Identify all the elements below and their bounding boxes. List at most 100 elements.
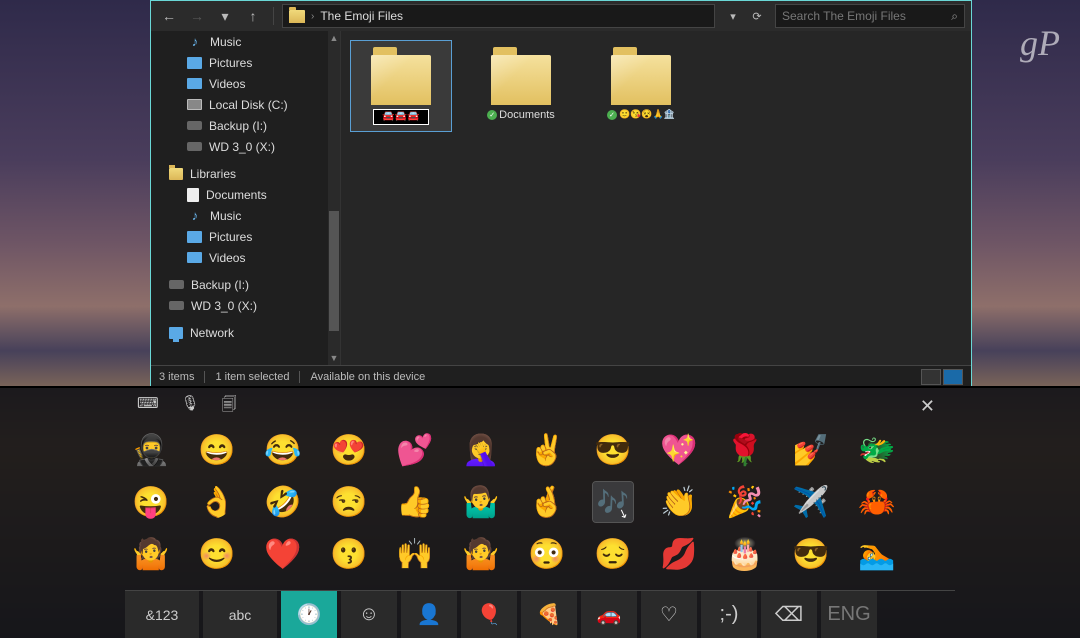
emoji-tongue[interactable]: 😜 — [131, 482, 171, 522]
emoji-cake[interactable]: 🎂 — [725, 534, 765, 574]
sidebar-item[interactable]: Music — [151, 205, 340, 226]
folder-item-renaming[interactable]: 🚘🚘🚘 — [351, 41, 451, 131]
emoji-flushed[interactable]: 😳 — [527, 534, 567, 574]
mode-transport-button[interactable]: 🚗 — [581, 591, 637, 638]
emoji-swim-cat[interactable]: 🏊 — [857, 534, 897, 574]
emoji-kiss[interactable]: 💋 — [659, 534, 699, 574]
emoji-joy[interactable]: 😂 — [263, 430, 303, 470]
emoji-crossed[interactable]: 🤞 — [527, 482, 567, 522]
drv-icon — [169, 280, 184, 289]
close-keyboard-button[interactable]: ✕ — [912, 392, 943, 421]
mode-people-button[interactable]: 👤 — [401, 591, 457, 638]
emoji-unamused[interactable]: 😒 — [329, 482, 369, 522]
sidebar-item[interactable]: Backup (I:) — [151, 115, 340, 136]
sync-badge-icon: ✓ — [607, 110, 617, 120]
emoji-rofl[interactable]: 🤣 — [263, 482, 303, 522]
mode-abc-button[interactable]: abc — [203, 591, 277, 638]
emoji-victory[interactable]: ✌️ — [527, 430, 567, 470]
search-input[interactable]: Search The Emoji Files ⌕ — [775, 4, 965, 28]
vid-icon — [187, 78, 202, 89]
emoji-party[interactable]: 🎉 — [725, 482, 765, 522]
emoji-sunglasses[interactable]: 😎 — [593, 430, 633, 470]
emoji-ninja[interactable]: 🥷 — [131, 430, 171, 470]
clipboard-icon[interactable]: 🗐 — [222, 394, 237, 419]
watermark-logo: gP — [1020, 22, 1060, 64]
sidebar-scrollbar[interactable]: ▲▼ — [328, 31, 340, 365]
drv-icon — [187, 121, 202, 130]
folder-item-emoji[interactable]: ✓🙂😘😵🙏🏦 — [591, 41, 691, 126]
emoji-crab[interactable]: 🦀 — [857, 482, 897, 522]
mode-food-button[interactable]: 🍕 — [521, 591, 577, 638]
pic-icon — [187, 57, 202, 69]
navigation-pane: MusicPicturesVideosLocal Disk (C:)Backup… — [151, 31, 341, 365]
emoji-clap[interactable]: 👏 — [659, 482, 699, 522]
emoji-smile[interactable]: 😊 — [197, 534, 237, 574]
emoji-shrug-n[interactable]: 🤷 — [461, 534, 501, 574]
mode-smileys-button[interactable]: ☺ — [341, 591, 397, 638]
mode-hearts-button[interactable]: ♡ — [641, 591, 697, 638]
sidebar-item-label: Documents — [206, 188, 267, 202]
emoji-rose[interactable]: 🌹 — [725, 430, 765, 470]
emoji-grin[interactable]: 😄 — [197, 430, 237, 470]
nav-recent-dropdown[interactable]: ▾ — [213, 4, 237, 28]
sidebar-item-label: WD 3_0 (X:) — [191, 299, 257, 313]
pic-icon — [187, 231, 202, 243]
nav-up-button[interactable]: ↑ — [241, 4, 265, 28]
emoji-cool-cat[interactable]: 😎 — [791, 534, 831, 574]
file-list-pane[interactable]: 🚘🚘🚘 ✓Documents ✓🙂😘😵🙏🏦 — [341, 31, 971, 365]
sidebar-item[interactable]: Local Disk (C:) — [151, 94, 340, 115]
emoji-thumbs-up[interactable]: 👍 — [395, 482, 435, 522]
emoji-heart[interactable]: ❤️ — [263, 534, 303, 574]
doc-icon — [187, 188, 199, 202]
sidebar-item[interactable]: Backup (I:) — [151, 274, 340, 295]
mode-back-button[interactable]: ⌫ — [761, 591, 817, 638]
mode-ascii-button[interactable]: ;-) — [701, 591, 757, 638]
sidebar-item-label: WD 3_0 (X:) — [209, 140, 275, 154]
emoji-two-hearts[interactable]: 💕 — [395, 430, 435, 470]
sidebar-item[interactable]: Videos — [151, 73, 340, 94]
sidebar-item-label: Pictures — [209, 56, 252, 70]
microphone-icon[interactable]: 🎙 — [181, 394, 200, 419]
sidebar-item[interactable]: Music — [151, 31, 340, 52]
emoji-ok-hand[interactable]: 👌 — [197, 482, 237, 522]
sidebar-libraries-header[interactable]: Libraries — [151, 163, 340, 184]
emoji-facepalm[interactable]: 🤦‍♀️ — [461, 430, 501, 470]
sidebar-item[interactable]: Videos — [151, 247, 340, 268]
status-selected-count: 1 item selected — [215, 371, 300, 383]
refresh-button[interactable]: ⟳ — [747, 6, 767, 26]
separator — [273, 7, 274, 25]
sidebar-item[interactable]: WD 3_0 (X:) — [151, 136, 340, 157]
emoji-pensive[interactable]: 😔 — [593, 534, 633, 574]
mode-recent-button[interactable]: 🕐 — [281, 591, 337, 638]
mode-celebrate-button[interactable]: 🎈 — [461, 591, 517, 638]
sidebar-item[interactable]: Pictures — [151, 52, 340, 73]
view-details-button[interactable] — [921, 369, 941, 385]
emoji-praise[interactable]: 🙌 — [395, 534, 435, 574]
view-icons-button[interactable] — [943, 369, 963, 385]
rename-input[interactable]: 🚘🚘🚘 — [373, 109, 429, 125]
emoji-sparkle-heart[interactable]: 💖 — [659, 430, 699, 470]
disk-icon — [187, 99, 202, 110]
emoji-kiss-face[interactable]: 😗 — [329, 534, 369, 574]
folder-item-documents[interactable]: ✓Documents — [471, 41, 571, 127]
address-bar[interactable]: › The Emoji Files — [282, 4, 715, 28]
mode-lang-button[interactable]: ENG — [821, 591, 877, 638]
music-icon — [187, 209, 203, 223]
emoji-music[interactable]: 🎶↖ — [593, 482, 633, 522]
nav-back-button[interactable]: ← — [157, 4, 181, 28]
sidebar-item[interactable]: WD 3_0 (X:) — [151, 295, 340, 316]
sidebar-item[interactable]: Pictures — [151, 226, 340, 247]
address-dropdown-button[interactable]: ▾ — [723, 6, 743, 26]
emoji-nail[interactable]: 💅 — [791, 430, 831, 470]
emoji-shrug-m[interactable]: 🤷‍♂️ — [461, 482, 501, 522]
sidebar-item[interactable]: Documents — [151, 184, 340, 205]
mode-sym-button[interactable]: &123 — [125, 591, 199, 638]
sidebar-item-label: Music — [210, 35, 241, 49]
emoji-heart-eyes[interactable]: 😍 — [329, 430, 369, 470]
emoji-airplane[interactable]: ✈️ — [791, 482, 831, 522]
keyboard-settings-icon[interactable]: ⌨ — [137, 394, 159, 419]
emoji-shrug[interactable]: 🤷 — [131, 534, 171, 574]
sidebar-network[interactable]: Network — [151, 322, 340, 343]
emoji-dragon[interactable]: 🐲 — [857, 430, 897, 470]
nav-forward-button[interactable]: → — [185, 4, 209, 28]
